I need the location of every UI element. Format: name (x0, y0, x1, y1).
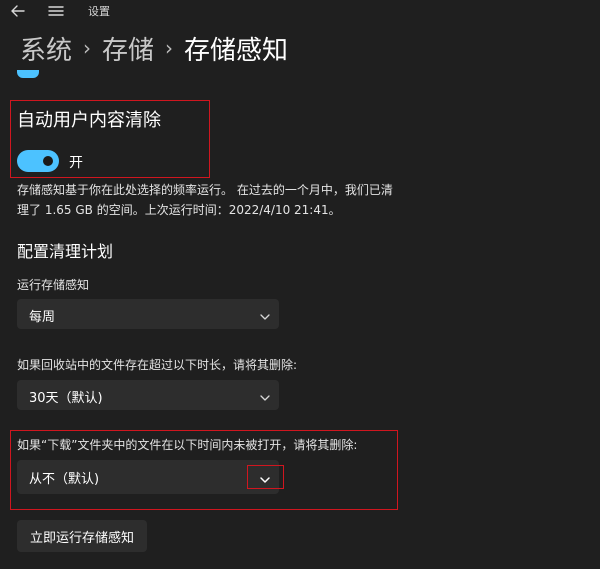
run-frequency-value: 每周 (29, 310, 56, 325)
settings-window: 设置 系统 › 存储 › 存储感知 自动用户内容清除 开 存储感知基于你在此处选… (0, 0, 600, 569)
toggle-knob (43, 156, 53, 166)
breadcrumb-item-system[interactable]: 系统 (20, 30, 72, 67)
description-line: 理了 1.65 GB 的空间。上次运行时间：2022/4/10 21:41。 (17, 203, 341, 217)
toggle-state-label: 开 (69, 155, 83, 171)
app-title: 设置 (88, 5, 110, 18)
chevron-down-icon (259, 308, 271, 320)
chevron-down-icon[interactable] (259, 471, 271, 483)
downloads-dropdown[interactable]: 从不（默认) (17, 460, 279, 494)
auto-cleanup-description: 存储感知基于你在此处选择的频率运行。 在过去的一个月中，我们已清 理了 1.65… (17, 180, 417, 220)
auto-cleanup-toggle[interactable] (17, 150, 59, 172)
breadcrumb-current-page: 存储感知 (184, 35, 289, 66)
breadcrumb-separator-icon: › (165, 36, 174, 60)
auto-cleanup-title: 自动用户内容清除 (17, 110, 161, 131)
downloads-label: 如果“下载”文件夹中的文件在以下时间内未被打开，请将其删除: (17, 438, 358, 452)
run-storage-sense-now-button[interactable]: 立即运行存储感知 (17, 520, 147, 552)
chevron-down-icon (259, 389, 271, 401)
description-line: 存储感知基于你在此处选择的频率运行。 在过去的一个月中，我们已清 (17, 183, 393, 197)
breadcrumb-item-storage[interactable]: 存储 (102, 30, 154, 67)
hamburger-menu-icon[interactable] (46, 3, 66, 19)
run-frequency-dropdown[interactable]: 每周 (17, 299, 279, 329)
recycle-bin-value: 30天（默认) (29, 391, 103, 406)
downloads-value: 从不（默认) (29, 472, 100, 487)
run-frequency-label: 运行存储感知 (17, 278, 90, 292)
breadcrumb-separator-icon: › (83, 36, 92, 60)
schedule-title: 配置清理计划 (17, 242, 114, 261)
recycle-bin-label: 如果回收站中的文件存在超过以下时长，请将其删除: (17, 358, 298, 372)
recycle-bin-dropdown[interactable]: 30天（默认) (17, 380, 279, 410)
back-arrow-icon[interactable] (8, 3, 28, 19)
breadcrumb: 系统 › 存储 › 存储感知 (20, 30, 288, 66)
title-bar: 设置 (0, 0, 600, 22)
storage-sense-toggle-partial[interactable] (17, 70, 39, 78)
